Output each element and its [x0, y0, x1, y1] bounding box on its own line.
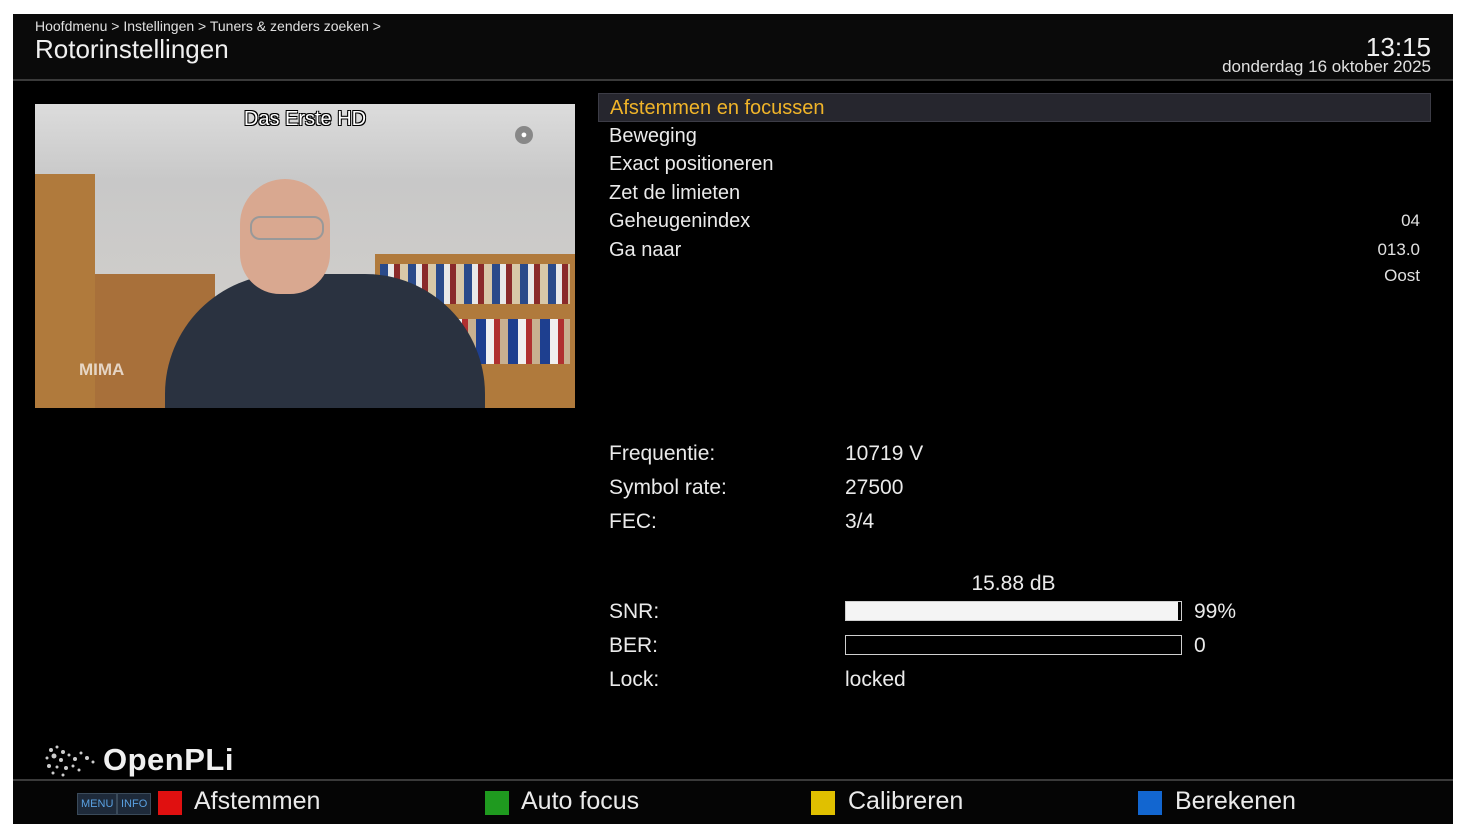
ber-bar: [845, 635, 1182, 655]
red-button-label[interactable]: Afstemmen: [194, 787, 320, 816]
penguin-logo-icon: [45, 745, 95, 777]
fec-value: 3/4: [845, 510, 875, 533]
openpli-logo: OpenPLi: [39, 740, 233, 780]
symbolrate-value: 27500: [845, 476, 904, 499]
menu-item-exact-position[interactable]: Exact positioneren: [598, 150, 1431, 179]
channel-name: Das Erste HD: [243, 108, 367, 130]
menu-item-memory-index[interactable]: Geheugenindex 04: [598, 207, 1431, 236]
tv-screen: Hoofdmenu > Instellingen > Tuners & zend…: [13, 14, 1453, 824]
watermark-text: MIMA: [79, 360, 125, 379]
menu-item-movement[interactable]: Beweging: [598, 122, 1431, 151]
ber-label: BER:: [609, 634, 659, 657]
snr-bar-fill: [846, 602, 1178, 620]
menu-key-icon[interactable]: MENU: [77, 793, 118, 815]
goto-value: 013.0: [1377, 239, 1420, 259]
info-key-icon[interactable]: INFO: [117, 793, 152, 815]
menu-item-label: Ga naar: [609, 238, 682, 261]
blue-button-icon[interactable]: [1138, 791, 1162, 815]
memory-index-value: 04: [1401, 211, 1420, 230]
breadcrumb: Hoofdmenu > Instellingen > Tuners & zend…: [35, 18, 381, 34]
header: Hoofdmenu > Instellingen > Tuners & zend…: [13, 14, 1453, 81]
green-button-icon[interactable]: [485, 791, 509, 815]
rotor-menu: Afstemmen en focussen Beweging Exact pos…: [598, 93, 1431, 264]
menu-item-tune-focus[interactable]: Afstemmen en focussen: [598, 93, 1431, 122]
frequency-value: 10719 V: [845, 442, 924, 465]
logo-text: OpenPLi: [103, 742, 234, 777]
ber-value: 0: [1194, 634, 1206, 657]
symbolrate-label: Symbol rate:: [609, 476, 727, 499]
menu-item-goto[interactable]: Ga naar 013.0: [598, 236, 1431, 265]
footer-bar: MENU INFO Afstemmen Auto focus Calibrere…: [13, 779, 1453, 824]
snr-label: SNR:: [609, 600, 660, 623]
menu-item-set-limits[interactable]: Zet de limieten: [598, 179, 1431, 208]
green-button-label[interactable]: Auto focus: [521, 787, 639, 816]
frequency-label: Frequentie:: [609, 442, 716, 465]
page-title: Rotorinstellingen: [35, 34, 229, 64]
yellow-button-label[interactable]: Calibreren: [848, 787, 963, 816]
menu-item-label: Afstemmen en focussen: [610, 97, 825, 119]
red-button-icon[interactable]: [158, 791, 182, 815]
snr-db-value: 15.88 dB: [971, 572, 1056, 595]
menu-item-label: Exact positioneren: [609, 153, 774, 175]
menu-item-label: Geheugenindex: [609, 210, 751, 232]
video-preview: Das Erste HD ● MIMA: [35, 104, 575, 408]
fec-label: FEC:: [609, 510, 657, 533]
snr-percent: 99%: [1194, 600, 1237, 623]
lock-label: Lock:: [609, 668, 660, 691]
menu-item-label: Beweging: [609, 124, 697, 147]
menu-item-label: Zet de limieten: [609, 181, 741, 204]
yellow-button-icon[interactable]: [811, 791, 835, 815]
blue-button-label[interactable]: Berekenen: [1175, 787, 1296, 816]
presenter-glasses: [250, 216, 324, 240]
channel-logo-icon: ●: [515, 126, 533, 144]
lock-value: locked: [845, 668, 906, 691]
date: donderdag 16 oktober 2025: [1222, 57, 1431, 76]
snr-bar: [845, 601, 1182, 621]
direction-value: Oost: [1384, 266, 1420, 285]
